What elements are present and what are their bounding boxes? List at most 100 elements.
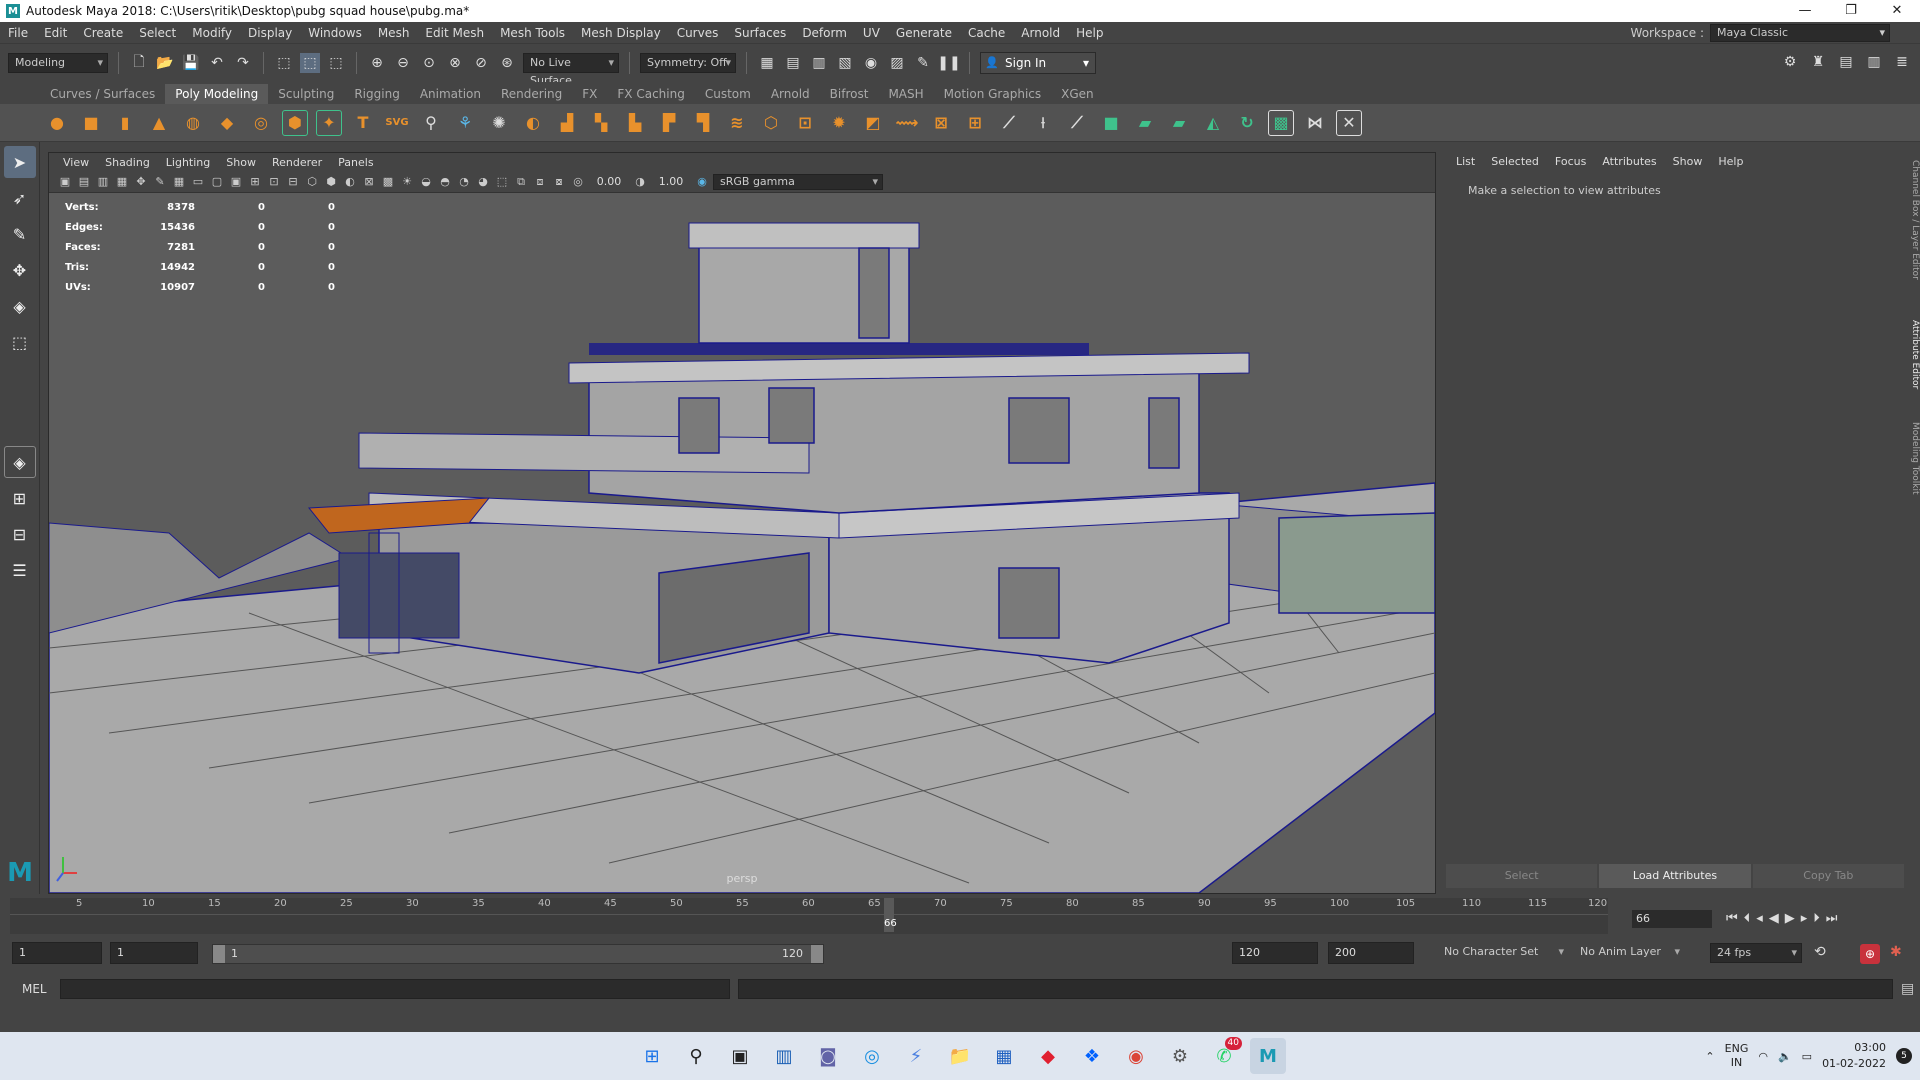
- close-button[interactable]: ✕: [1874, 0, 1920, 22]
- tab-mash[interactable]: MASH: [878, 84, 933, 104]
- vp-menu-renderer[interactable]: Renderer: [264, 156, 330, 169]
- cone-icon[interactable]: ▲: [146, 110, 172, 136]
- multi-cut-icon[interactable]: ⟿: [894, 110, 920, 136]
- menu-help[interactable]: Help: [1068, 26, 1111, 40]
- modeling-toolkit-icon[interactable]: ⚙: [1780, 52, 1800, 72]
- isolate-select-icon[interactable]: ⬚: [494, 174, 510, 190]
- rotate-tool-icon[interactable]: ◈: [4, 290, 36, 322]
- platonic-icon[interactable]: ⬢: [282, 109, 308, 136]
- ae-menu-show[interactable]: Show: [1665, 155, 1711, 168]
- disc-icon[interactable]: ◎: [248, 110, 274, 136]
- auto-uv-icon[interactable]: ⟋: [1064, 110, 1090, 136]
- play-backwards-icon[interactable]: ◀: [1769, 911, 1779, 926]
- layout-uv-icon[interactable]: ▰: [1166, 110, 1192, 136]
- whatsapp-icon[interactable]: ✆ 40: [1206, 1037, 1242, 1074]
- widgets-icon[interactable]: ▥: [766, 1038, 802, 1074]
- vp-menu-shading[interactable]: Shading: [97, 156, 158, 169]
- search-icon[interactable]: ⚲: [678, 1038, 714, 1074]
- chat-icon[interactable]: ◙: [810, 1038, 846, 1074]
- wifi-icon[interactable]: ◠: [1758, 1050, 1768, 1063]
- ae-menu-selected[interactable]: Selected: [1483, 155, 1547, 168]
- auto-key-icon[interactable]: ⊕: [1860, 944, 1880, 964]
- go-to-start-icon[interactable]: ⏮: [1726, 911, 1738, 926]
- anim-layer-dropdown[interactable]: No Anim Layer: [1574, 943, 1684, 963]
- uv-shell-icon[interactable]: ⋈: [1302, 110, 1328, 136]
- range-end-handle[interactable]: [811, 945, 823, 963]
- task-view-icon[interactable]: ▣: [722, 1038, 758, 1074]
- ae-menu-focus[interactable]: Focus: [1547, 155, 1594, 168]
- select-by-hierarchy-icon[interactable]: ⬚: [274, 53, 294, 73]
- go-to-end-icon[interactable]: ⏭: [1826, 911, 1838, 926]
- ae-menu-list[interactable]: List: [1448, 155, 1483, 168]
- paint-select-tool-icon[interactable]: ✎: [4, 218, 36, 250]
- step-forward-frame-icon[interactable]: ▸: [1801, 911, 1808, 926]
- target-weld-icon[interactable]: ⊠: [928, 110, 954, 136]
- text-icon[interactable]: T: [350, 110, 376, 136]
- volume-icon[interactable]: 🔈: [1778, 1050, 1792, 1063]
- chevron-up-icon[interactable]: ⌃: [1705, 1050, 1714, 1063]
- menuset-dropdown[interactable]: Modeling: [8, 53, 108, 73]
- step-back-frame-icon[interactable]: ◂: [1756, 911, 1763, 926]
- script-editor-icon[interactable]: ▤: [1901, 981, 1914, 997]
- menu-generate[interactable]: Generate: [888, 26, 960, 40]
- tool-settings-icon[interactable]: ▥: [1864, 52, 1884, 72]
- field-chart-icon[interactable]: ⊞: [247, 174, 263, 190]
- select-by-component-icon[interactable]: ⬚: [326, 53, 346, 73]
- fps-dropdown[interactable]: 24 fps: [1710, 943, 1802, 963]
- clock[interactable]: 03:00 01-02-2022: [1822, 1040, 1886, 1072]
- snap-point-icon[interactable]: ⊙: [419, 53, 439, 73]
- undo-icon[interactable]: ↶: [207, 53, 227, 73]
- menu-file[interactable]: File: [0, 26, 36, 40]
- use-lights-icon[interactable]: ☀: [399, 174, 415, 190]
- render-settings-icon[interactable]: ▧: [835, 53, 855, 73]
- step-back-key-icon[interactable]: ⏴: [1744, 911, 1751, 926]
- viewport-canvas[interactable]: Verts: 8378 0 0 Edges: 15436 0 0 Faces: …: [49, 193, 1435, 893]
- chrome-icon[interactable]: ◉: [1118, 1038, 1154, 1074]
- cylinder-icon[interactable]: ▮: [112, 110, 138, 136]
- tab-bifrost[interactable]: Bifrost: [820, 84, 879, 104]
- tab-channel-box[interactable]: Channel Box / Layer Editor: [1906, 160, 1920, 280]
- menu-modify[interactable]: Modify: [184, 26, 240, 40]
- wireframe-icon[interactable]: ⬡: [304, 174, 320, 190]
- select-camera-icon[interactable]: ▣: [57, 174, 73, 190]
- start-icon[interactable]: ⊞: [634, 1038, 670, 1074]
- maximize-button[interactable]: ❐: [1828, 0, 1874, 22]
- tab-custom[interactable]: Custom: [695, 84, 761, 104]
- current-time-marker[interactable]: 66: [884, 898, 897, 932]
- workspace-dropdown[interactable]: Maya Classic: [1710, 24, 1890, 42]
- light-editor-icon[interactable]: ✎: [913, 53, 933, 73]
- snap-curve-icon[interactable]: ⊖: [393, 53, 413, 73]
- minimize-button[interactable]: —: [1782, 0, 1828, 22]
- image-plane-icon[interactable]: ▦: [114, 174, 130, 190]
- menu-select[interactable]: Select: [131, 26, 184, 40]
- plane-icon[interactable]: ◆: [214, 110, 240, 136]
- sew-uv-icon[interactable]: ▩: [1268, 109, 1294, 136]
- separate-icon[interactable]: ⚘: [452, 110, 478, 136]
- planar-uv-icon[interactable]: ⟊: [1030, 110, 1056, 136]
- xray-icon[interactable]: ⧉: [513, 174, 529, 190]
- resolution-gate-icon[interactable]: ▢: [209, 174, 225, 190]
- character-set-dropdown[interactable]: No Character Set: [1438, 943, 1568, 963]
- ambient-occlusion-icon[interactable]: ◓: [437, 174, 453, 190]
- single-perspective-view-icon[interactable]: ◈: [3, 446, 36, 478]
- shadows-icon[interactable]: ◒: [418, 174, 434, 190]
- menu-edit[interactable]: Edit: [36, 26, 75, 40]
- edge-icon[interactable]: ◎: [854, 1038, 890, 1074]
- color-space-dropdown[interactable]: sRGB gamma: [713, 173, 883, 190]
- character-controls-icon[interactable]: ♜: [1808, 52, 1828, 72]
- super-shape-icon[interactable]: ✦: [316, 109, 342, 136]
- motion-blur-icon[interactable]: ◔: [456, 174, 472, 190]
- open-scene-icon[interactable]: 📂: [155, 53, 175, 73]
- default-material-icon[interactable]: ◐: [342, 174, 358, 190]
- torus-icon[interactable]: ◍: [180, 110, 206, 136]
- tab-animation[interactable]: Animation: [410, 84, 491, 104]
- tab-modeling-toolkit[interactable]: Modeling Toolkit: [1906, 422, 1920, 495]
- playback-start-field[interactable]: 1: [110, 942, 198, 964]
- gamma-icon[interactable]: ◑: [632, 174, 648, 190]
- combine-icon[interactable]: ⚲: [418, 110, 444, 136]
- range-start-handle[interactable]: [213, 945, 225, 963]
- copy-tab-button[interactable]: Copy Tab: [1752, 864, 1904, 888]
- append-icon[interactable]: ⬡: [758, 110, 784, 136]
- menu-mesh[interactable]: Mesh: [370, 26, 418, 40]
- animation-start-field[interactable]: 1: [12, 942, 102, 964]
